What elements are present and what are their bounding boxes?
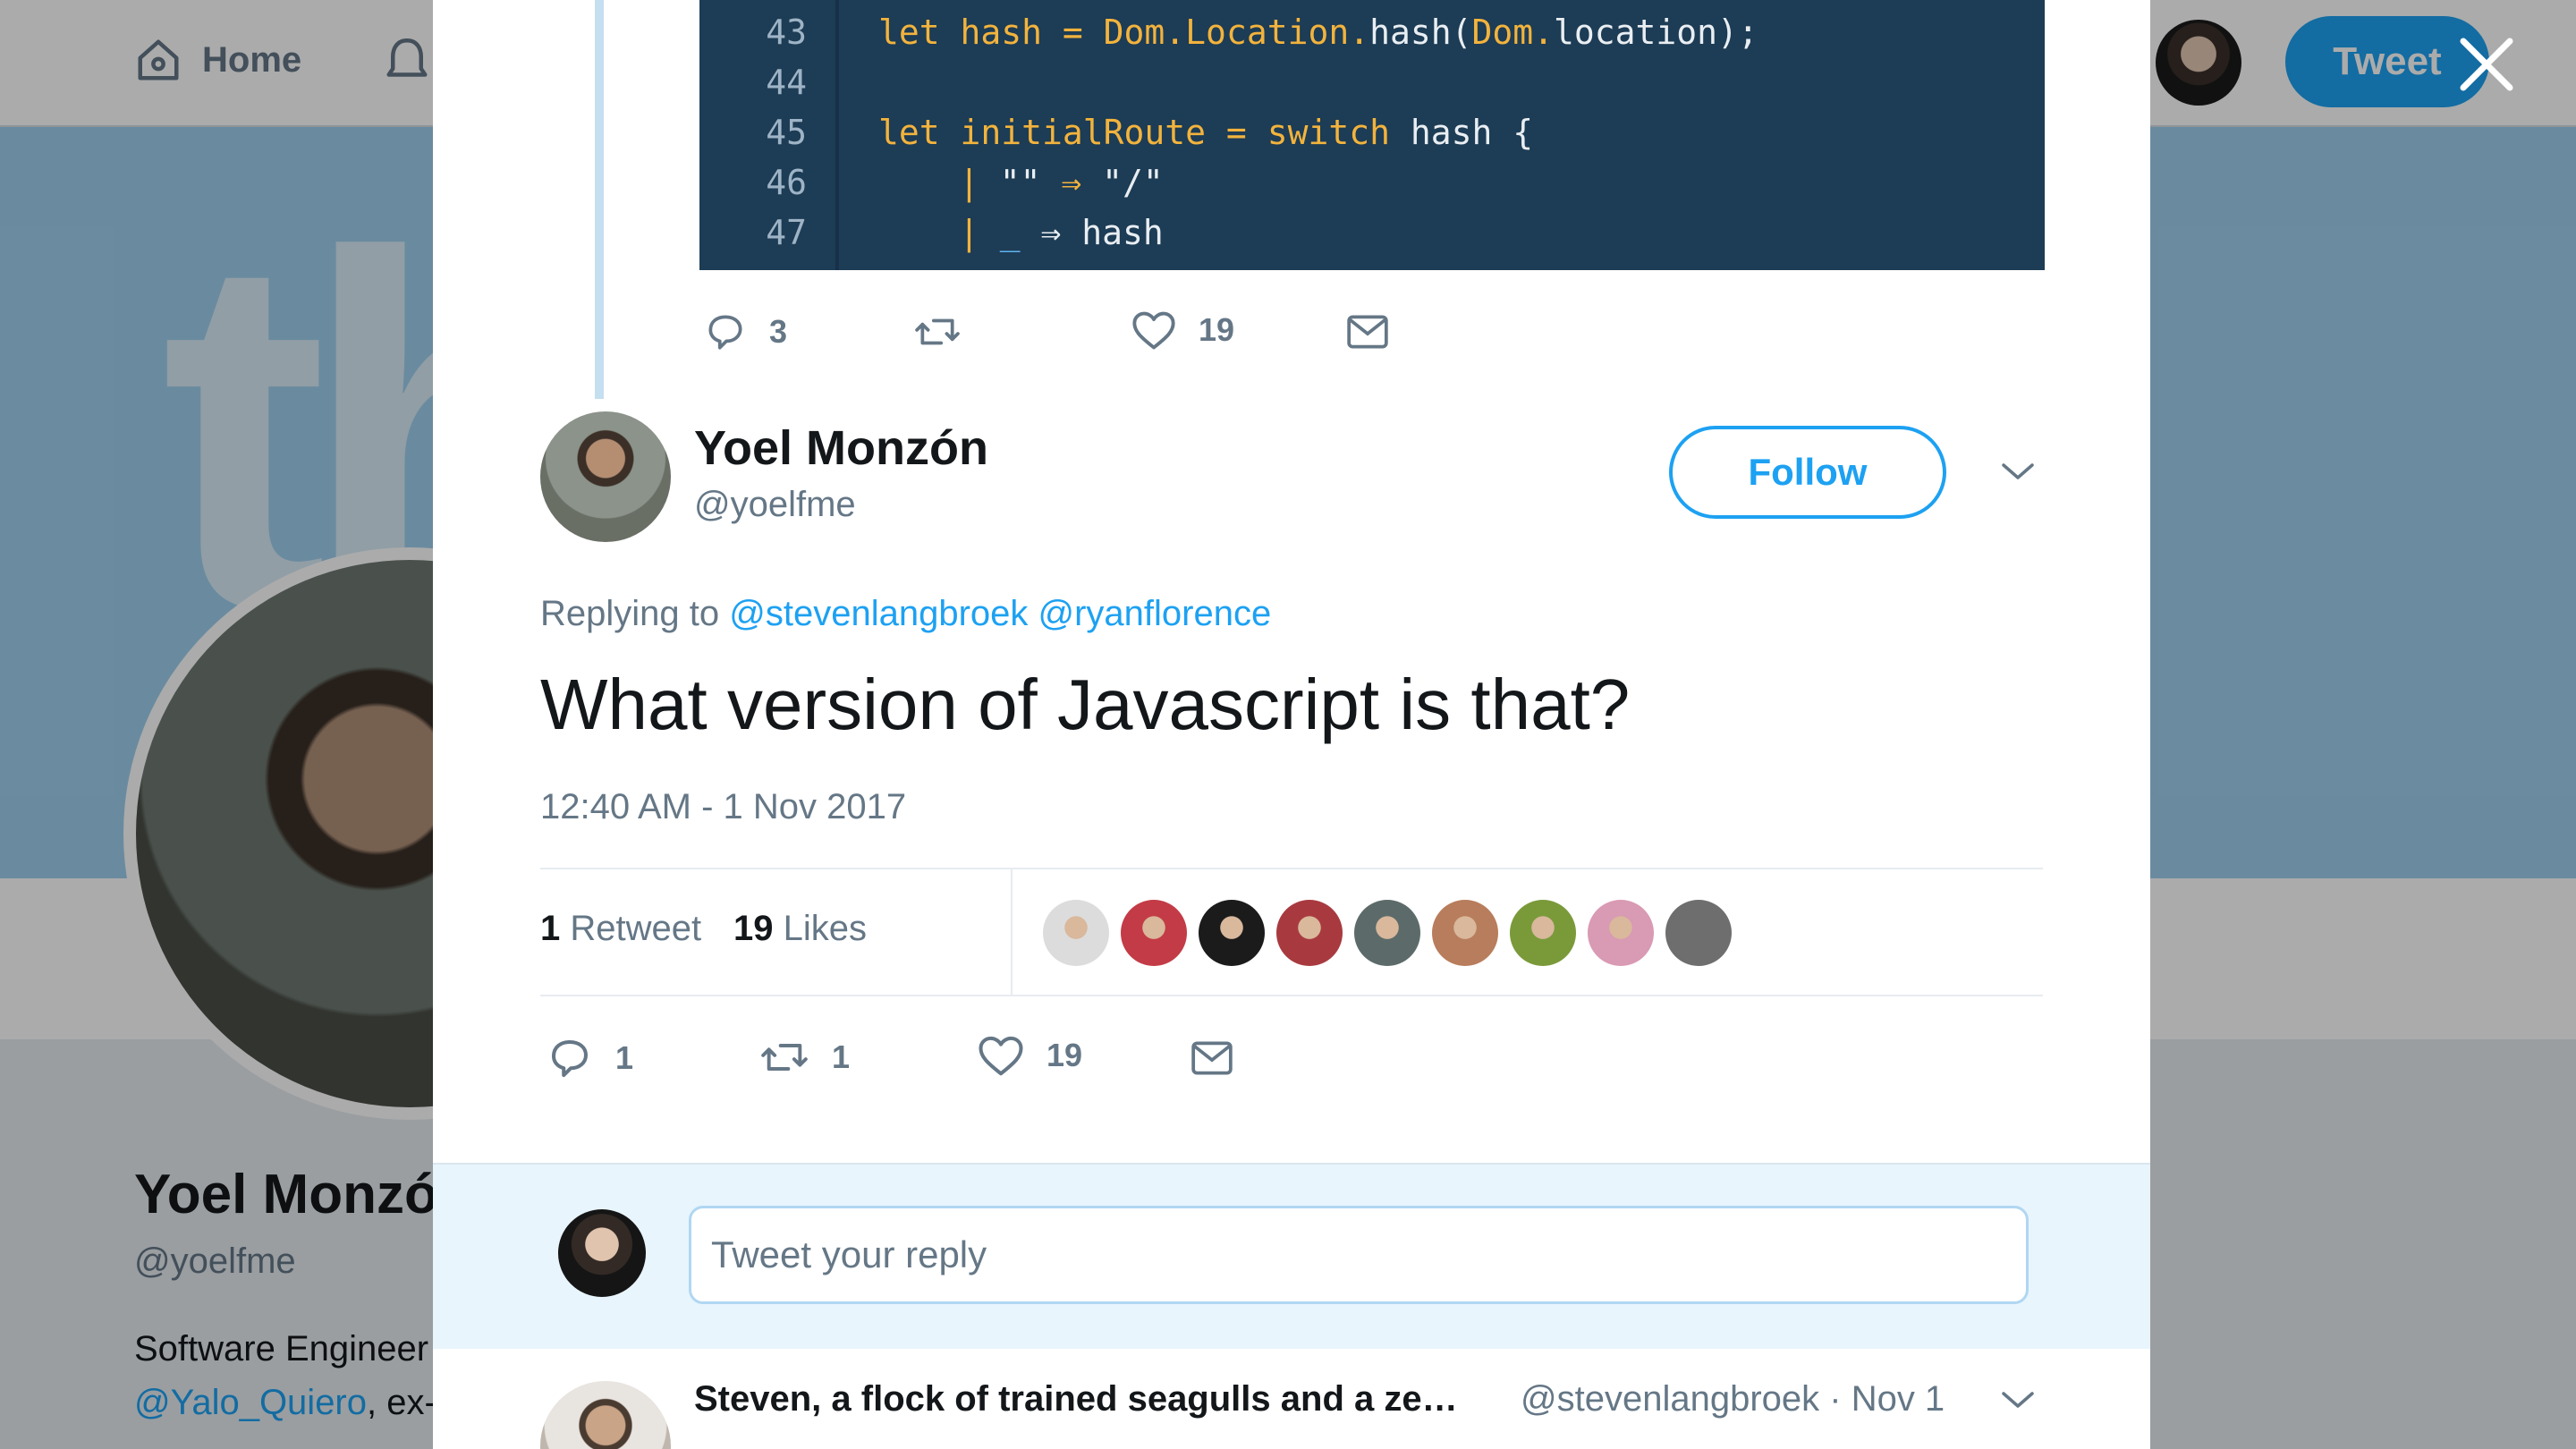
liker-avatar[interactable] [1665,900,1732,966]
tweet-stats: 1 Retweet 19 Likes [540,869,2043,995]
chevron-down-icon [2002,1392,2034,1408]
like-count: 19 [1199,311,1235,348]
follow-button[interactable]: Follow [1669,426,1946,519]
reply-action[interactable]: 1 [546,1034,633,1082]
likes-stat[interactable]: 19 Likes [733,909,867,949]
thread-connector [595,0,604,399]
tweet-modal: 43 let hash = Dom.Location.hash(Dom.loca… [433,0,2150,1449]
liker-avatar[interactable] [1121,900,1187,966]
reply-tweet[interactable]: Steven, a flock of trained seagulls and … [433,1349,2150,1449]
reply-composer [433,1163,2150,1351]
reply-count: 1 [615,1039,634,1076]
reply-action[interactable]: 3 [703,309,787,354]
line-number: 43 [766,13,807,52]
code-line: 46 | "" ⇒ "/" [699,157,1164,208]
retweet-count: 1 [832,1038,851,1075]
envelope-icon [1347,315,1388,349]
tweet-text: What version of Javascript is that? [540,665,1631,744]
retweet-action[interactable]: 1 [758,1034,850,1080]
code-line: 43 let hash = Dom.Location.hash(Dom.loca… [699,7,1758,57]
current-user-avatar [558,1209,646,1297]
dm-action[interactable] [1345,313,1390,351]
code-line: 47 | _ ⇒ hash [699,208,1164,258]
like-count: 19 [1046,1037,1083,1073]
like-action[interactable]: 19 [1131,308,1234,352]
reply-icon [708,315,742,350]
like-action[interactable]: 19 [977,1032,1082,1079]
line-number: 44 [766,63,807,102]
tweet-timestamp[interactable]: 12:40 AM - 1 Nov 2017 [540,787,906,827]
stats-divider [1011,869,1013,995]
mention-link[interactable]: @stevenlangbroek [729,594,1028,633]
code-line: 44 [699,57,807,107]
liker-avatar[interactable] [1432,900,1498,966]
liker-avatar[interactable] [1199,900,1265,966]
retweet-icon [915,318,960,345]
liker-avatar[interactable] [1354,900,1420,966]
retweets-stat[interactable]: 1 Retweet [540,909,701,949]
chevron-down-icon [2002,463,2034,479]
line-number: 47 [766,213,807,252]
reply-author-handle[interactable]: @stevenlangbroek [1521,1379,1819,1419]
heart-icon [1132,311,1175,350]
dm-action[interactable] [1190,1039,1234,1077]
replying-prefix: Replying to [540,594,730,633]
liker-avatar[interactable] [1043,900,1109,966]
reply-author-name[interactable]: Steven, a flock of trained seagulls and … [694,1379,1458,1419]
divider [540,995,2043,996]
code-line: 45 let initialRoute = switch hash { [699,107,1533,157]
author-name[interactable]: Yoel Monzón [694,420,988,476]
tweet-media-code-image[interactable]: 43 let hash = Dom.Location.hash(Dom.loca… [699,0,2045,270]
liker-avatar[interactable] [1588,900,1654,966]
liker-avatar[interactable] [1276,900,1343,966]
retweet-icon [761,1044,808,1071]
line-number: 45 [766,113,807,152]
line-number: 46 [766,163,807,202]
reply-author-avatar[interactable] [540,1381,671,1449]
mention-link[interactable]: @ryanflorence [1038,594,1272,633]
replying-to-line: Replying to @stevenlangbroek @ryanfloren… [540,594,1271,634]
reply-date[interactable]: Nov 1 [1852,1379,1945,1419]
reply-count: 3 [769,313,788,350]
close-modal-button[interactable] [2458,36,2515,93]
tweet-menu-button[interactable] [2000,458,2036,489]
author-handle[interactable]: @yoelfme [694,485,856,525]
liker-avatar[interactable] [1510,900,1576,966]
close-icon [2460,38,2513,91]
reply-icon [551,1039,589,1078]
retweet-action[interactable] [912,309,984,354]
envelope-icon [1191,1041,1233,1075]
reply-input[interactable] [689,1206,2029,1304]
reply-author-meta: @stevenlangbroek · Nov 1 [1521,1379,1945,1419]
reply-menu-button[interactable] [2000,1386,2036,1418]
heart-icon [979,1036,1023,1076]
author-avatar[interactable] [540,411,671,542]
